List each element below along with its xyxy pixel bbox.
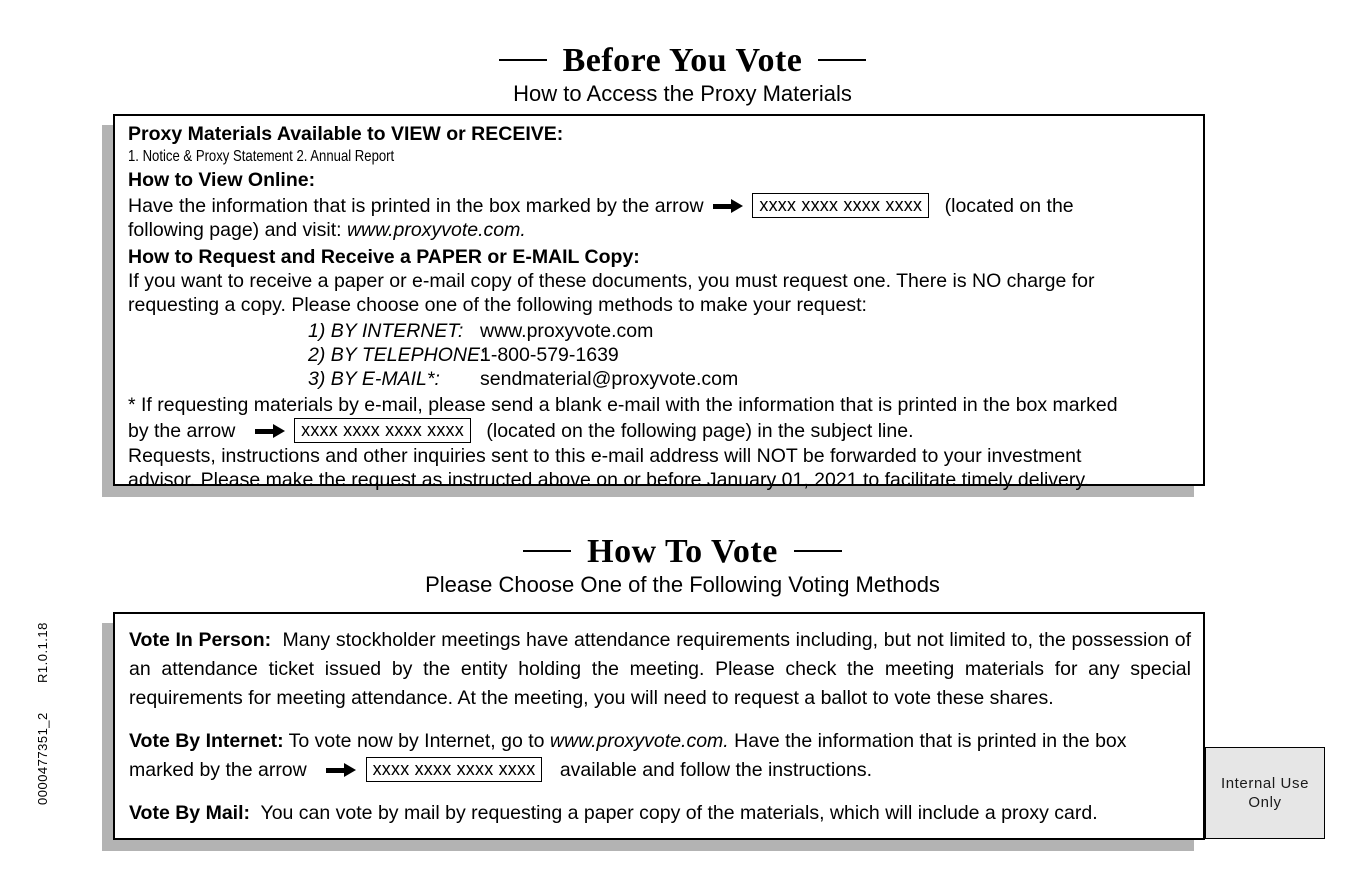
control-number-box-1: xxxx xxxx xxxx xxxx <box>752 193 930 218</box>
method-name-2: BY TELEPHONE <box>330 344 480 366</box>
vote-in-person-label: Vote In Person: <box>129 629 272 651</box>
method-row-email: 3) BY E-MAIL*: sendmaterial@proxyvote.com <box>308 367 1193 391</box>
internal-use-line1: Internal Use <box>1220 775 1310 792</box>
vote-by-internet-label: Vote By Internet: <box>129 730 284 752</box>
proxyvote-link-2[interactable]: www.proxyvote.com. <box>550 730 729 752</box>
proxy-materials-panel: Proxy Materials Available to VIEW or REC… <box>102 114 1205 497</box>
footnote-line3: Requests, instructions and other inquiri… <box>128 445 1082 467</box>
vote-by-mail-label: Vote By Mail: <box>129 802 250 824</box>
how-to-vote-panel: Vote In Person: Many stockholder meeting… <box>102 612 1205 851</box>
request-line1: If you want to receive a paper or e-mail… <box>128 270 1095 292</box>
method-row-telephone: 2) BY TELEPHONE:1-800-579-1639 <box>308 343 1193 367</box>
title-dash-right-icon <box>818 59 867 62</box>
vote-by-internet-text-c: marked by the arrow <box>129 759 307 781</box>
section2-title-line: How To Vote <box>0 533 1365 570</box>
proxyvote-link-1[interactable]: www.proxyvote.com. <box>347 219 526 241</box>
view-online-line2: following page) and visit: www.proxyvote… <box>128 219 1193 243</box>
request-heading: How to Request and Receive a PAPER or E-… <box>128 246 640 268</box>
vote-in-person-text: Many stockholder meetings have attendanc… <box>129 629 1192 709</box>
footnote-line1: * If requesting materials by e-mail, ple… <box>128 394 1118 416</box>
vote-by-internet-text-a: To vote now by Internet, go to <box>288 730 550 752</box>
section2-heading: How To Vote Please Choose One of the Fol… <box>0 533 1365 598</box>
view-online-text-c: following page) and visit: <box>128 218 347 241</box>
right-arrow-icon-3 <box>326 763 357 777</box>
section1-heading: Before You Vote How to Access the Proxy … <box>0 42 1365 107</box>
method-label-email: 3) BY E-MAIL*: <box>308 367 480 391</box>
control-number-box-2: xxxx xxxx xxxx xxxx <box>294 417 471 443</box>
vote-in-person-paragraph: Vote In Person: Many stockholder meeting… <box>129 626 1191 713</box>
vote-by-mail-paragraph: Vote By Mail: You can vote by mail by re… <box>129 799 1191 828</box>
title-dash-left-icon <box>498 59 547 62</box>
title2-dash-right-icon <box>793 550 842 553</box>
internal-use-line2: Only <box>1248 794 1282 811</box>
internal-use-box: Internal Use Only <box>1205 747 1325 839</box>
method-colon-1: : <box>457 320 464 342</box>
view-online-text-b: (located on the <box>944 195 1074 217</box>
available-heading: Proxy Materials Available to VIEW or REC… <box>128 123 564 145</box>
section1-title-line: Before You Vote <box>0 42 1365 79</box>
vote-by-internet-text-d: available and follow the instructions. <box>559 759 873 781</box>
view-online-heading: How to View Online: <box>128 169 316 191</box>
request-methods-list: 1) BY INTERNET: www.proxyvote.com 2) BY T… <box>308 319 1193 391</box>
method-row-internet: 1) BY INTERNET: www.proxyvote.com <box>308 319 1193 343</box>
footnote-text-b: by the arrow <box>128 419 236 442</box>
margin-code-bottom: 0000477351_2 <box>35 712 50 805</box>
method-num-2: 2) <box>308 344 326 366</box>
vote-by-internet-paragraph: Vote By Internet: To vote now by Interne… <box>129 727 1191 785</box>
right-arrow-icon-2 <box>254 423 285 438</box>
method-num-3: 3) <box>308 368 326 390</box>
footnote-line4: advisor. Please make the request as inst… <box>128 468 1090 491</box>
method-label-internet: 1) BY INTERNET: <box>308 319 480 343</box>
request-line2: requesting a copy. Please choose one of … <box>128 293 867 316</box>
method-num-1: 1) <box>308 320 326 342</box>
margin-code-top: R1.0.1.18 <box>35 622 50 683</box>
section2-title: How To Vote <box>587 533 778 570</box>
footnote-line2: by the arrow xxxx xxxx xxxx xxxx (locate… <box>128 417 1193 444</box>
footnote-text-c: (located on the following page) in the s… <box>486 419 914 442</box>
panel2-frame: Vote In Person: Many stockholder meeting… <box>113 612 1205 840</box>
vote-by-internet-line2: marked by the arrow xxxx xxxx xxxx xxxx … <box>129 756 1191 785</box>
method-name-1: BY INTERNET <box>330 320 458 342</box>
view-online-text-a: Have the information that is printed in … <box>128 195 704 217</box>
right-arrow-icon <box>712 199 743 213</box>
panel1-frame: Proxy Materials Available to VIEW or REC… <box>113 114 1205 491</box>
section1-subtitle: How to Access the Proxy Materials <box>513 81 852 107</box>
method-name-3: BY E-MAIL* <box>330 368 435 390</box>
section2-subtitle: Please Choose One of the Following Votin… <box>425 572 940 598</box>
method-value-internet[interactable]: www.proxyvote.com <box>480 319 653 343</box>
method-value-telephone[interactable]: 1-800-579-1639 <box>480 343 619 367</box>
vote-by-internet-line1: Vote By Internet: To vote now by Interne… <box>129 727 1191 756</box>
method-value-email[interactable]: sendmaterial@proxyvote.com <box>480 367 738 391</box>
available-items: 1. Notice & Proxy Statement 2. Annual Re… <box>128 148 395 165</box>
view-online-line1: Have the information that is printed in … <box>128 193 1193 219</box>
method-colon-3: : <box>434 368 440 390</box>
vote-by-mail-text: You can vote by mail by requesting a pap… <box>260 802 1098 824</box>
internal-use-text: Internal Use Only <box>1221 774 1309 812</box>
method-label-telephone: 2) BY TELEPHONE: <box>308 343 485 367</box>
control-number-box-3: xxxx xxxx xxxx xxxx <box>365 757 543 782</box>
title2-dash-left-icon <box>523 550 572 553</box>
section1-title: Before You Vote <box>562 42 803 79</box>
vote-by-internet-text-b: Have the information that is printed in … <box>728 730 1127 752</box>
